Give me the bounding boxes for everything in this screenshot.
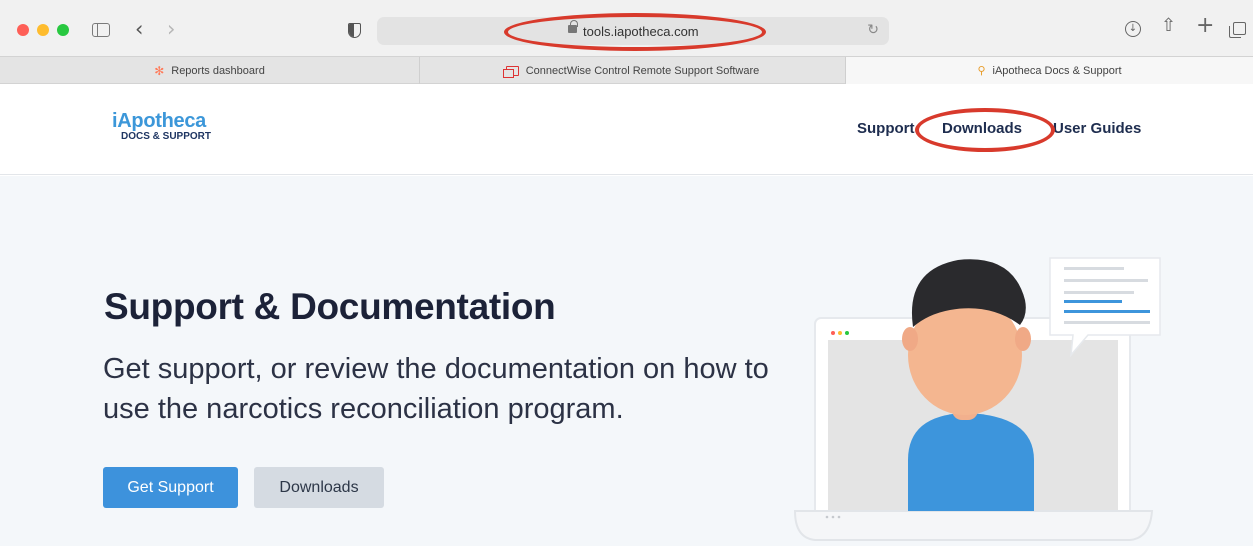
plus-icon[interactable]: + bbox=[1196, 13, 1214, 38]
person-ear-right bbox=[1015, 327, 1031, 351]
tab-iapotheca[interactable]: ⚲ iApotheca Docs & Support bbox=[846, 57, 1253, 84]
tab-reports-dashboard[interactable]: ✻ Reports dashboard bbox=[0, 57, 420, 84]
tab-overview-icon[interactable] bbox=[1229, 22, 1246, 38]
nav-downloads[interactable]: Downloads bbox=[942, 120, 1022, 137]
chevron-right-icon[interactable]: › bbox=[167, 17, 175, 41]
person-ear-left bbox=[902, 327, 918, 351]
window-dot-green bbox=[845, 331, 849, 335]
hero-title: Support & Documentation bbox=[104, 286, 556, 327]
hero-description: Get support, or review the documentation… bbox=[103, 353, 769, 425]
site-logo[interactable]: iApotheca DOCS & SUPPORT bbox=[112, 111, 211, 143]
nav-support[interactable]: Support bbox=[857, 120, 915, 137]
connectwise-icon bbox=[502, 65, 519, 78]
share-icon[interactable]: ⇧ bbox=[1161, 15, 1176, 36]
chevron-left-icon[interactable]: ‹ bbox=[135, 17, 143, 41]
person-shirt bbox=[908, 413, 1034, 511]
window-dot-yellow bbox=[838, 331, 842, 335]
close-window-button[interactable] bbox=[17, 24, 29, 36]
download-icon[interactable]: ↓ bbox=[1125, 21, 1141, 37]
get-support-button[interactable]: Get Support bbox=[103, 467, 238, 508]
address-bar[interactable]: tools.iapotheca.com ↻ bbox=[377, 17, 889, 45]
tab-bar: ✻ Reports dashboard ConnectWise Control … bbox=[0, 56, 1253, 84]
reload-icon[interactable]: ↻ bbox=[867, 22, 879, 38]
support-person-illustration bbox=[793, 257, 1161, 541]
minimize-window-button[interactable] bbox=[37, 24, 49, 36]
hubspot-icon: ✻ bbox=[154, 63, 165, 78]
iapotheca-icon: ⚲ bbox=[977, 64, 986, 77]
tab-connectwise[interactable]: ConnectWise Control Remote Support Softw… bbox=[420, 57, 846, 84]
lock-icon bbox=[568, 20, 578, 33]
tab-label: ConnectWise Control Remote Support Softw… bbox=[525, 64, 760, 77]
privacy-shield-icon[interactable] bbox=[348, 23, 361, 38]
site-header: iApotheca DOCS & SUPPORT Support Downloa… bbox=[0, 84, 1253, 175]
laptop-base bbox=[793, 510, 1154, 541]
downloads-button[interactable]: Downloads bbox=[254, 467, 384, 508]
tab-label: Reports dashboard bbox=[171, 64, 265, 77]
sidebar-toggle-icon[interactable] bbox=[92, 23, 110, 37]
nav-user-guides[interactable]: User Guides bbox=[1053, 120, 1141, 137]
url-text[interactable]: tools.iapotheca.com bbox=[583, 24, 699, 39]
window-dot-red bbox=[831, 331, 835, 335]
browser-toolbar: ‹ › tools.iapotheca.com ↻ ↓ ⇧ + bbox=[0, 0, 1253, 56]
tab-label: iApotheca Docs & Support bbox=[992, 64, 1122, 77]
maximize-window-button[interactable] bbox=[57, 24, 69, 36]
logo-title: iApotheca bbox=[112, 110, 206, 132]
logo-subtitle: DOCS & SUPPORT bbox=[121, 131, 212, 142]
